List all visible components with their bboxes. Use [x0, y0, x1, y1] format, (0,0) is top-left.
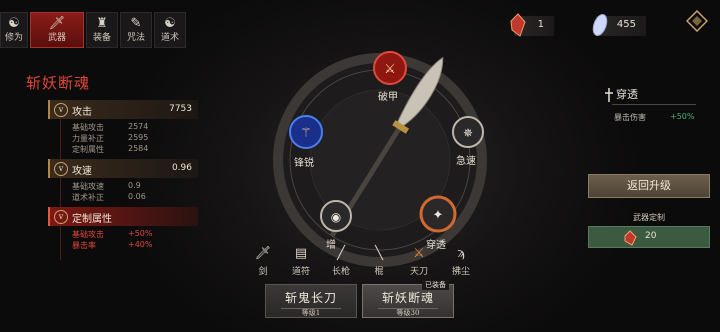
weapon-wheel: ⚔ ⚚ ✵ ✦ ◉ — [273, 51, 487, 267]
talisman-icon: ▤ — [294, 246, 308, 261]
whisk-icon: ϡ — [457, 246, 465, 261]
divider — [612, 104, 696, 105]
trait-stat-value: +50% — [670, 112, 695, 121]
node-fengrui[interactable]: ⚚ — [289, 115, 323, 149]
shield-break-icon: ⚔ — [384, 62, 396, 77]
equipped-badge: 已装备 — [422, 280, 449, 290]
sword-icon: 🗡 — [254, 246, 272, 261]
node-label-pojia: 破甲 — [378, 92, 398, 103]
blade-icon: ⚚ — [300, 126, 312, 141]
spear-icon: ╱ — [337, 246, 345, 261]
staff-icon: ╲ — [375, 246, 383, 261]
red-stone-icon — [624, 230, 637, 246]
pierce-icon — [605, 88, 613, 102]
custom-button[interactable]: 20 — [588, 226, 710, 248]
weapon-type-blade[interactable]: ⚔ 天刀 — [406, 244, 432, 277]
return-upgrade-button[interactable]: 返回升级 — [588, 174, 710, 198]
node-jisu[interactable]: ✵ — [452, 116, 484, 148]
speed-icon: ✵ — [463, 126, 473, 140]
weapon-type-staff[interactable]: ╲ 棍 — [366, 244, 392, 277]
weapon-button-guizhan[interactable]: 斩鬼长刀 等级1 — [265, 284, 357, 318]
node-chuantou[interactable]: ✦ — [419, 195, 457, 233]
trait-title: 穿透 — [616, 88, 638, 101]
blade-icon: ⚔ — [413, 246, 425, 261]
weapon-type-talisman[interactable]: ▤ 道符 — [288, 244, 314, 277]
pierce-icon: ✦ — [433, 208, 444, 223]
weapon-type-sword[interactable]: 🗡 剑 — [250, 244, 276, 277]
node-zeng[interactable]: ◉ — [320, 200, 352, 232]
node-label-jisu: 急速 — [456, 156, 476, 167]
custom-header: 武器定制 — [633, 213, 665, 222]
node-label-fengrui: 锋锐 — [294, 158, 314, 169]
trait-stat-label: 暴击伤害 — [614, 113, 646, 122]
swirl-icon: ◉ — [331, 210, 341, 224]
node-pojia[interactable]: ⚔ — [373, 51, 407, 85]
weapon-type-whisk[interactable]: ϡ 拂尘 — [448, 244, 474, 277]
weapon-type-spear[interactable]: ╱ 长枪 — [328, 244, 354, 277]
